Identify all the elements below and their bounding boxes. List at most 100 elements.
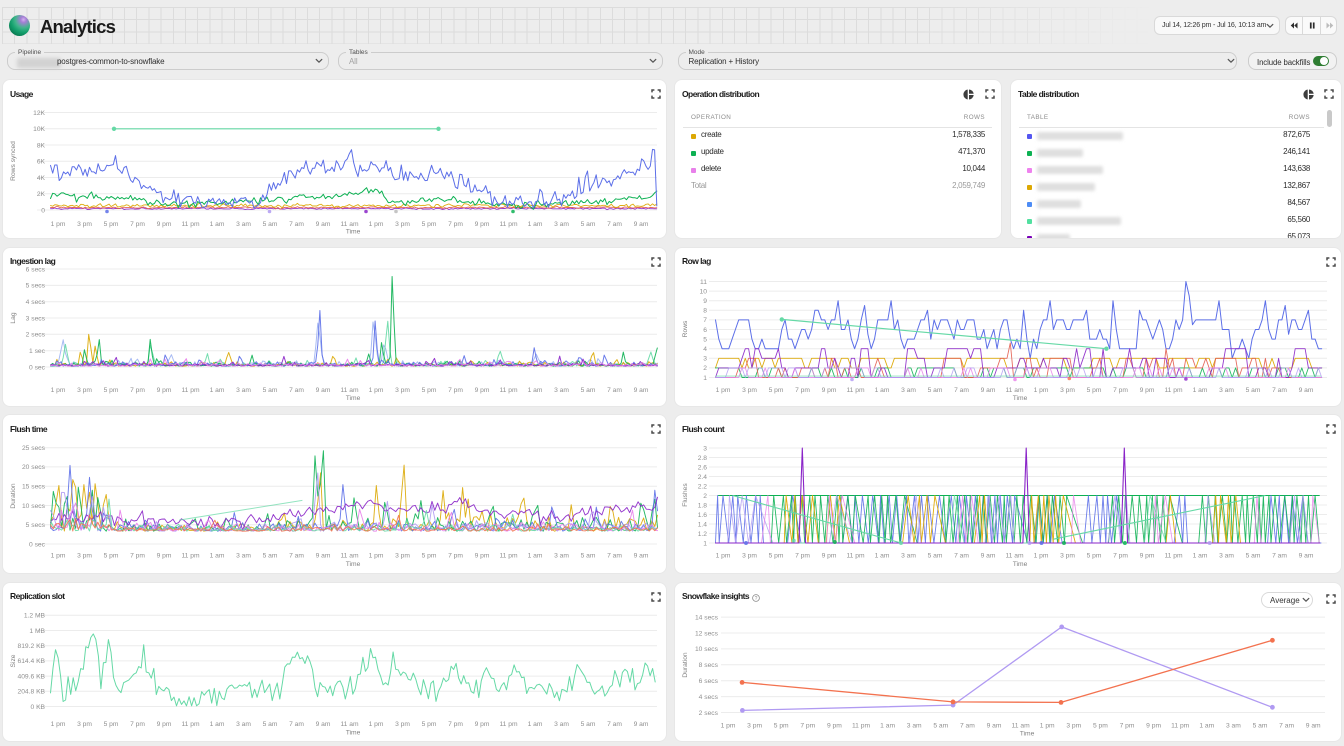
svg-text:3 pm: 3 pm	[747, 722, 762, 729]
svg-text:7 am: 7 am	[289, 387, 304, 394]
svg-text:1 pm: 1 pm	[1034, 387, 1049, 394]
svg-text:5 pm: 5 pm	[422, 221, 437, 228]
svg-text:9 am: 9 am	[987, 722, 1002, 729]
svg-text:7 pm: 7 pm	[795, 553, 810, 560]
svg-text:1 am: 1 am	[1199, 722, 1214, 729]
svg-text:7 pm: 7 pm	[1113, 387, 1128, 394]
svg-text:11 pm: 11 pm	[499, 387, 518, 394]
svg-text:7 pm: 7 pm	[1120, 722, 1135, 729]
svg-text:1 pm: 1 pm	[369, 221, 384, 228]
svg-text:1 am: 1 am	[528, 221, 543, 228]
svg-text:1 am: 1 am	[210, 221, 225, 228]
svg-text:2.8: 2.8	[698, 455, 708, 462]
svg-text:7 am: 7 am	[289, 721, 304, 728]
svg-text:1.4: 1.4	[698, 521, 708, 528]
svg-text:11 pm: 11 pm	[181, 387, 200, 394]
svg-text:1 MB: 1 MB	[29, 627, 45, 634]
svg-text:11 am: 11 am	[1005, 553, 1024, 560]
svg-text:7 am: 7 am	[954, 387, 969, 394]
svg-text:5 am: 5 am	[1246, 387, 1261, 394]
svg-text:5 am: 5 am	[263, 387, 278, 394]
svg-text:5 am: 5 am	[1253, 722, 1268, 729]
svg-text:3 am: 3 am	[907, 722, 922, 729]
svg-text:11 pm: 11 pm	[499, 221, 518, 228]
svg-text:7 am: 7 am	[607, 387, 622, 394]
svg-text:9 pm: 9 pm	[157, 553, 172, 560]
svg-text:3 am: 3 am	[554, 721, 569, 728]
svg-text:9 pm: 9 pm	[1146, 722, 1161, 729]
svg-text:3 am: 3 am	[901, 387, 916, 394]
svg-text:1 sec: 1 sec	[29, 348, 46, 355]
svg-text:5 pm: 5 pm	[1087, 387, 1102, 394]
svg-text:7 pm: 7 pm	[1113, 553, 1128, 560]
svg-text:11 am: 11 am	[340, 387, 359, 394]
svg-text:9 am: 9 am	[1299, 387, 1314, 394]
svg-text:10: 10	[700, 288, 708, 295]
svg-text:5 am: 5 am	[263, 553, 278, 560]
svg-text:9 am: 9 am	[634, 553, 649, 560]
svg-text:9 am: 9 am	[1299, 553, 1314, 560]
svg-text:7 pm: 7 pm	[795, 387, 810, 394]
svg-text:Time: Time	[1013, 561, 1028, 568]
svg-text:1 pm: 1 pm	[51, 553, 66, 560]
svg-text:1 pm: 1 pm	[51, 387, 66, 394]
svg-text:5 am: 5 am	[263, 721, 278, 728]
svg-text:3: 3	[703, 355, 707, 362]
svg-text:409.6 KB: 409.6 KB	[17, 673, 45, 680]
svg-text:9 pm: 9 pm	[475, 553, 490, 560]
svg-text:5 am: 5 am	[263, 221, 278, 228]
svg-text:9 pm: 9 pm	[1140, 553, 1155, 560]
svg-text:1 am: 1 am	[210, 387, 225, 394]
svg-text:1 am: 1 am	[875, 553, 890, 560]
svg-text:11 pm: 11 pm	[846, 387, 865, 394]
svg-text:1 pm: 1 pm	[51, 221, 66, 228]
svg-text:11 pm: 11 pm	[181, 221, 200, 228]
svg-text:11 pm: 11 pm	[852, 722, 871, 729]
svg-text:1 am: 1 am	[880, 722, 895, 729]
svg-text:0 sec: 0 sec	[29, 364, 46, 371]
svg-text:5 pm: 5 pm	[769, 553, 784, 560]
svg-text:1 am: 1 am	[528, 721, 543, 728]
svg-text:3 pm: 3 pm	[742, 553, 757, 560]
svg-text:10K: 10K	[33, 126, 45, 133]
svg-text:11 pm: 11 pm	[1171, 722, 1190, 729]
svg-text:Time: Time	[346, 561, 361, 568]
svg-text:9 pm: 9 pm	[157, 221, 172, 228]
svg-text:3 pm: 3 pm	[1066, 722, 1081, 729]
svg-text:2 secs: 2 secs	[699, 709, 719, 716]
svg-text:3 am: 3 am	[236, 387, 251, 394]
svg-text:3 pm: 3 pm	[77, 221, 92, 228]
svg-text:11 pm: 11 pm	[181, 553, 200, 560]
svg-text:11 am: 11 am	[340, 721, 359, 728]
svg-text:3 am: 3 am	[236, 721, 251, 728]
svg-text:5 pm: 5 pm	[104, 221, 119, 228]
svg-text:3 pm: 3 pm	[1060, 387, 1075, 394]
svg-text:8: 8	[703, 307, 707, 314]
svg-text:11 pm: 11 pm	[499, 553, 518, 560]
svg-text:6 secs: 6 secs	[699, 678, 719, 685]
svg-text:9 am: 9 am	[1306, 722, 1321, 729]
svg-text:Time: Time	[346, 729, 361, 736]
svg-text:11 pm: 11 pm	[1164, 553, 1183, 560]
svg-text:Rows synced: Rows synced	[10, 141, 17, 181]
svg-text:1 am: 1 am	[1193, 387, 1208, 394]
svg-text:11 am: 11 am	[1012, 722, 1031, 729]
svg-text:7: 7	[703, 317, 707, 324]
svg-text:7 am: 7 am	[1272, 553, 1287, 560]
svg-text:1: 1	[703, 540, 707, 547]
svg-text:7 pm: 7 pm	[130, 553, 145, 560]
svg-text:8 secs: 8 secs	[699, 662, 719, 669]
svg-text:5 am: 5 am	[581, 221, 596, 228]
svg-text:2.6: 2.6	[698, 464, 708, 471]
svg-text:9 am: 9 am	[981, 553, 996, 560]
svg-text:Flushes: Flushes	[682, 483, 689, 507]
svg-text:25 secs: 25 secs	[22, 445, 46, 452]
svg-text:1: 1	[703, 374, 707, 381]
svg-text:11: 11	[700, 278, 707, 285]
svg-text:Time: Time	[346, 395, 361, 402]
svg-text:614.4 KB: 614.4 KB	[17, 658, 45, 665]
svg-text:1 am: 1 am	[210, 553, 225, 560]
svg-text:Duration: Duration	[10, 483, 17, 509]
svg-text:6K: 6K	[37, 159, 46, 166]
svg-text:4K: 4K	[37, 175, 46, 182]
